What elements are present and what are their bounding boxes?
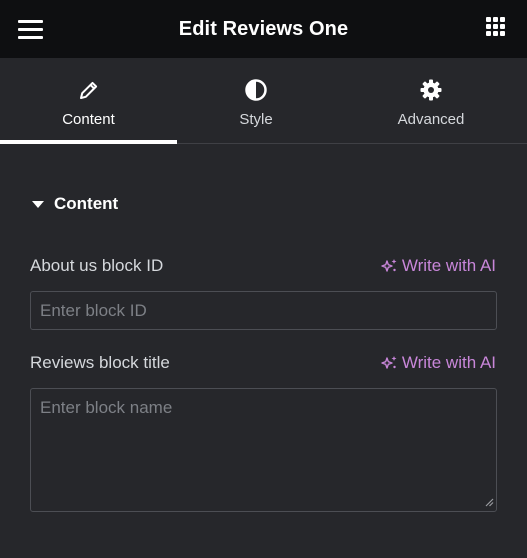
tab-bar: Content Style Advanced	[0, 58, 527, 144]
reviews-block-title-textarea[interactable]	[30, 388, 497, 512]
tab-content-label: Content	[62, 111, 115, 128]
grid-icon[interactable]	[486, 17, 506, 37]
caret-down-icon	[32, 200, 44, 208]
write-with-ai-label: Write with AI	[401, 353, 496, 372]
write-with-ai-button[interactable]: Write with AI	[380, 256, 496, 276]
tab-style-label: Style	[239, 111, 273, 128]
write-with-ai-button[interactable]: Write with AI	[380, 353, 496, 373]
sparkle-icon	[381, 259, 397, 272]
tab-advanced-label: Advanced	[397, 111, 465, 128]
about-us-block-id-label: About us block ID	[30, 256, 164, 275]
about-us-block-id-input[interactable]	[30, 291, 497, 330]
section-title: Content	[54, 194, 119, 213]
panel-title: Edit Reviews One	[178, 17, 349, 40]
gear-icon	[419, 78, 443, 102]
write-with-ai-label: Write with AI	[401, 256, 496, 275]
tab-advanced[interactable]: Advanced	[335, 58, 527, 143]
reviews-block-title-label: Reviews block title	[30, 353, 170, 372]
hamburger-icon[interactable]	[18, 19, 43, 39]
tab-content[interactable]: Content	[0, 58, 177, 144]
content-section-toggle[interactable]: Content	[30, 194, 118, 214]
pencil-icon	[78, 78, 100, 102]
half-circle-icon	[244, 78, 268, 102]
panel-header: Edit Reviews One	[0, 0, 527, 58]
tab-style[interactable]: Style	[177, 58, 335, 143]
sparkle-icon	[381, 356, 397, 369]
resize-handle-icon[interactable]	[484, 497, 494, 507]
